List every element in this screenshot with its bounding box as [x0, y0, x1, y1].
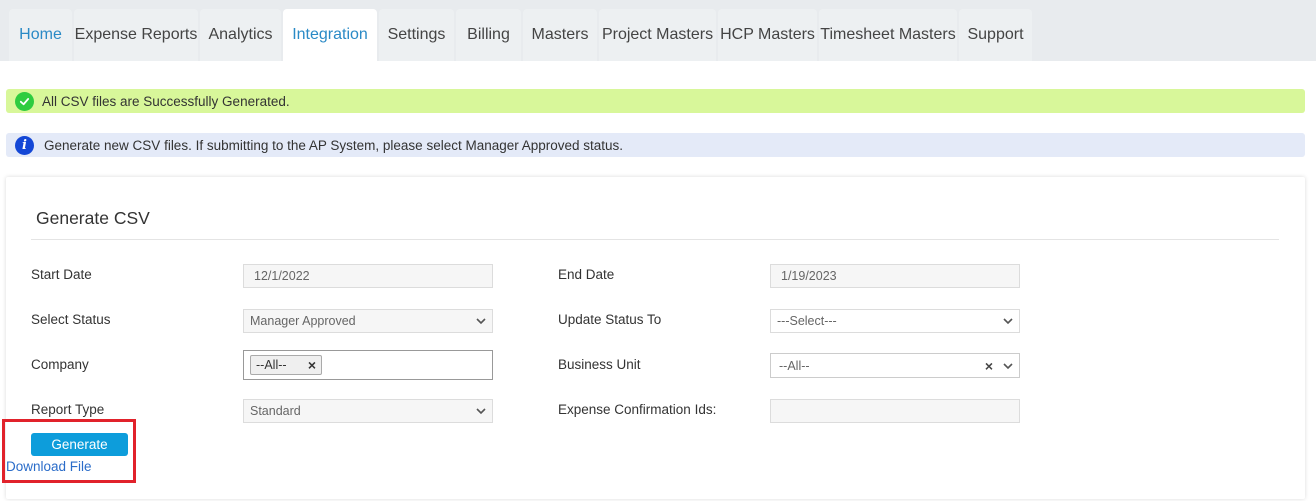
- generate-button[interactable]: Generate: [31, 433, 128, 456]
- expense-confirmation-ids-label: Expense Confirmation Ids:: [558, 402, 717, 417]
- tab-settings[interactable]: Settings: [379, 9, 454, 61]
- update-status-value: ---Select---: [777, 314, 837, 328]
- clear-icon[interactable]: ×: [985, 358, 993, 374]
- download-file-link[interactable]: Download File: [6, 459, 92, 474]
- company-label: Company: [31, 357, 89, 372]
- report-type-dropdown[interactable]: Standard: [243, 399, 493, 423]
- chevron-down-icon: [476, 408, 486, 415]
- company-chip: --All-- ×: [250, 355, 322, 375]
- info-alert-text: Generate new CSV files. If submitting to…: [44, 137, 624, 153]
- tab-integration[interactable]: Integration: [283, 9, 377, 61]
- report-type-label: Report Type: [31, 402, 105, 417]
- top-navigation-bar: Home Expense Reports Analytics Integrati…: [0, 0, 1316, 61]
- remove-chip-icon[interactable]: ×: [308, 357, 316, 373]
- tab-home[interactable]: Home: [9, 9, 72, 61]
- tab-analytics[interactable]: Analytics: [200, 9, 281, 61]
- tab-billing[interactable]: Billing: [456, 9, 521, 61]
- tab-support[interactable]: Support: [959, 9, 1032, 61]
- success-alert: All CSV files are Successfully Generated…: [6, 89, 1305, 113]
- company-chip-label: --All--: [256, 358, 287, 372]
- tab-project-masters[interactable]: Project Masters: [599, 9, 716, 61]
- select-status-dropdown[interactable]: Manager Approved: [243, 309, 493, 333]
- success-alert-text: All CSV files are Successfully Generated…: [42, 93, 290, 109]
- business-unit-label: Business Unit: [558, 357, 641, 372]
- start-date-input[interactable]: 12/1/2022: [243, 264, 493, 288]
- end-date-input[interactable]: 1/19/2023: [770, 264, 1020, 288]
- update-status-dropdown[interactable]: ---Select---: [770, 309, 1020, 333]
- chevron-down-icon: [1003, 363, 1013, 370]
- divider: [31, 239, 1279, 240]
- info-circle-icon: i: [15, 135, 34, 155]
- update-status-label: Update Status To: [558, 312, 662, 327]
- business-unit-value: --All--: [779, 358, 810, 373]
- nav-tabs: Home Expense Reports Analytics Integrati…: [9, 9, 1032, 61]
- business-unit-dropdown[interactable]: --All-- ×: [770, 353, 1020, 378]
- generate-csv-card: Generate CSV Start Date 12/1/2022 End Da…: [6, 177, 1305, 499]
- company-multiselect[interactable]: --All-- ×: [243, 350, 493, 380]
- chevron-down-icon: [1003, 318, 1013, 325]
- end-date-label: End Date: [558, 267, 615, 282]
- select-status-label: Select Status: [31, 312, 111, 327]
- start-date-label: Start Date: [31, 267, 92, 282]
- chevron-down-icon: [476, 318, 486, 325]
- select-status-value: Manager Approved: [250, 314, 356, 328]
- check-circle-icon: [15, 91, 34, 111]
- report-type-value: Standard: [250, 404, 301, 418]
- tab-timesheet-masters[interactable]: Timesheet Masters: [819, 9, 957, 61]
- expense-confirmation-ids-input[interactable]: [770, 399, 1020, 423]
- tab-hcp-masters[interactable]: HCP Masters: [718, 9, 817, 61]
- tab-expense-reports[interactable]: Expense Reports: [74, 9, 198, 61]
- card-title: Generate CSV: [36, 208, 150, 228]
- tab-masters[interactable]: Masters: [523, 9, 597, 61]
- info-alert: i Generate new CSV files. If submitting …: [6, 133, 1305, 157]
